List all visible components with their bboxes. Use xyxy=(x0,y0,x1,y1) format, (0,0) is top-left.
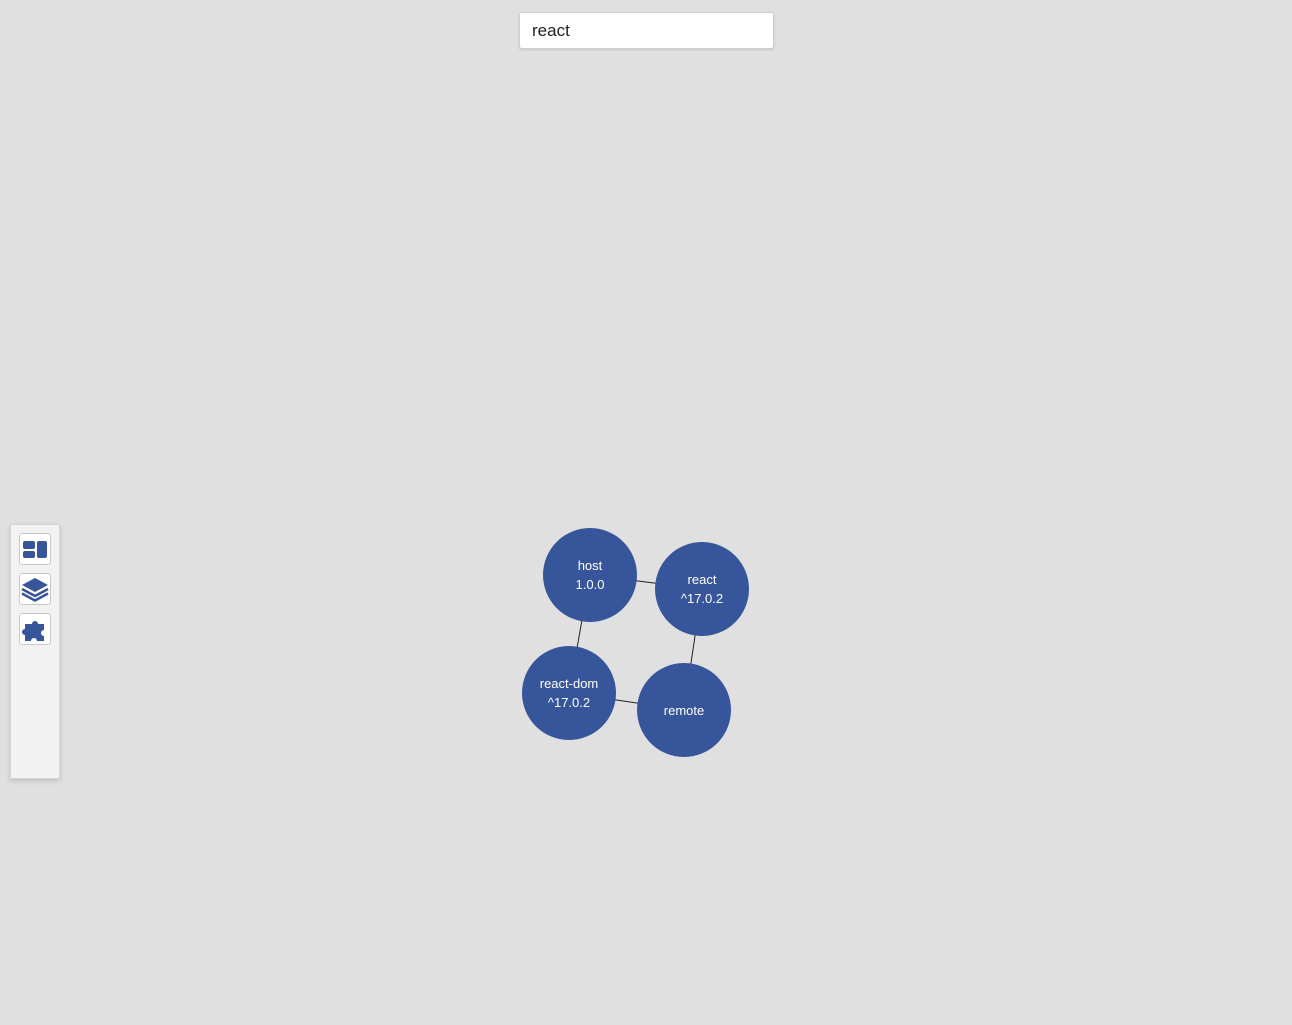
node-layer: host 1.0.0 react ^17.0.2 react-dom ^17.0.2 rem… xyxy=(522,528,749,757)
node-circle[interactable] xyxy=(522,646,616,740)
node-circle[interactable] xyxy=(543,528,637,622)
node-name-label: react xyxy=(688,572,717,587)
dependency-graph[interactable]: host 1.0.0 react ^17.0.2 react-dom ^17.0.2 rem… xyxy=(0,0,1292,1025)
node-name-label: remote xyxy=(664,703,704,718)
node-version-label: ^17.0.2 xyxy=(681,591,723,606)
graph-node-react[interactable]: react ^17.0.2 xyxy=(655,542,749,636)
graph-node-remote[interactable]: remote xyxy=(637,663,731,757)
node-name-label: host xyxy=(578,558,603,573)
graph-node-react-dom[interactable]: react-dom ^17.0.2 xyxy=(522,646,616,740)
node-version-label: ^17.0.2 xyxy=(548,695,590,710)
graph-node-host[interactable]: host 1.0.0 xyxy=(543,528,637,622)
node-circle[interactable] xyxy=(655,542,749,636)
node-name-label: react-dom xyxy=(540,676,599,691)
node-version-label: 1.0.0 xyxy=(576,577,605,592)
